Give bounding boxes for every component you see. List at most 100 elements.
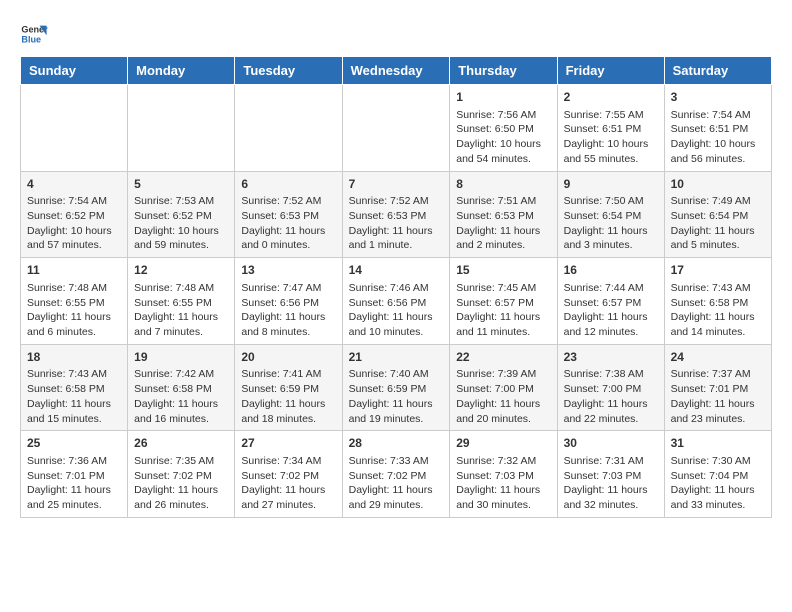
day-info: Sunrise: 7:55 AM — [564, 108, 658, 123]
day-info: Sunset: 7:01 PM — [671, 382, 765, 397]
day-info: Sunrise: 7:53 AM — [134, 194, 228, 209]
day-info: and 54 minutes. — [456, 152, 550, 167]
day-number: 2 — [564, 89, 658, 106]
day-info: and 22 minutes. — [564, 412, 658, 427]
day-info: Sunset: 6:56 PM — [241, 296, 335, 311]
day-info: Sunrise: 7:56 AM — [456, 108, 550, 123]
day-info: Daylight: 11 hours — [27, 310, 121, 325]
day-info: and 3 minutes. — [564, 238, 658, 253]
day-info: and 56 minutes. — [671, 152, 765, 167]
calendar-cell-week4-day5: 22Sunrise: 7:39 AMSunset: 7:00 PMDayligh… — [450, 344, 557, 431]
calendar-table: SundayMondayTuesdayWednesdayThursdayFrid… — [20, 56, 772, 518]
day-number: 1 — [456, 89, 550, 106]
day-info: Daylight: 11 hours — [27, 397, 121, 412]
day-number: 20 — [241, 349, 335, 366]
day-info: Sunset: 6:55 PM — [27, 296, 121, 311]
day-number: 4 — [27, 176, 121, 193]
calendar-cell-week3-day4: 14Sunrise: 7:46 AMSunset: 6:56 PMDayligh… — [342, 258, 450, 345]
day-info: Sunset: 6:51 PM — [564, 122, 658, 137]
day-info: and 20 minutes. — [456, 412, 550, 427]
calendar-cell-week3-day2: 12Sunrise: 7:48 AMSunset: 6:55 PMDayligh… — [128, 258, 235, 345]
calendar-cell-week5-day4: 28Sunrise: 7:33 AMSunset: 7:02 PMDayligh… — [342, 431, 450, 518]
day-number: 30 — [564, 435, 658, 452]
day-info: Sunrise: 7:31 AM — [564, 454, 658, 469]
day-number: 8 — [456, 176, 550, 193]
calendar-week-2: 4Sunrise: 7:54 AMSunset: 6:52 PMDaylight… — [21, 171, 772, 258]
day-info: Daylight: 11 hours — [241, 224, 335, 239]
weekday-header-friday: Friday — [557, 57, 664, 85]
day-info: Sunrise: 7:38 AM — [564, 367, 658, 382]
day-info: and 5 minutes. — [671, 238, 765, 253]
weekday-header-thursday: Thursday — [450, 57, 557, 85]
page-header: General Blue — [20, 20, 772, 48]
day-info: and 15 minutes. — [27, 412, 121, 427]
day-info: Sunset: 7:02 PM — [241, 469, 335, 484]
day-info: Sunrise: 7:44 AM — [564, 281, 658, 296]
day-info: Daylight: 11 hours — [671, 224, 765, 239]
day-info: Sunset: 6:52 PM — [27, 209, 121, 224]
day-number: 27 — [241, 435, 335, 452]
day-info: Sunrise: 7:45 AM — [456, 281, 550, 296]
day-info: and 12 minutes. — [564, 325, 658, 340]
day-number: 16 — [564, 262, 658, 279]
calendar-cell-week2-day6: 9Sunrise: 7:50 AMSunset: 6:54 PMDaylight… — [557, 171, 664, 258]
day-number: 28 — [349, 435, 444, 452]
day-info: Daylight: 11 hours — [349, 483, 444, 498]
day-info: Daylight: 11 hours — [349, 224, 444, 239]
day-number: 9 — [564, 176, 658, 193]
day-info: Sunset: 6:53 PM — [456, 209, 550, 224]
day-info: Daylight: 11 hours — [27, 483, 121, 498]
calendar-cell-week3-day5: 15 Sunrise: 7:45 AMSunset: 6:57 PMDayligh… — [450, 258, 557, 345]
calendar-cell-week2-day1: 4Sunrise: 7:54 AMSunset: 6:52 PMDaylight… — [21, 171, 128, 258]
weekday-header-sunday: Sunday — [21, 57, 128, 85]
day-info: Sunset: 6:59 PM — [241, 382, 335, 397]
day-info: Daylight: 11 hours — [456, 310, 550, 325]
day-info: and 23 minutes. — [671, 412, 765, 427]
day-info: and 59 minutes. — [134, 238, 228, 253]
calendar-cell-week3-day3: 13Sunrise: 7:47 AMSunset: 6:56 PMDayligh… — [235, 258, 342, 345]
day-number: 10 — [671, 176, 765, 193]
calendar-cell-week5-day7: 31Sunrise: 7:30 AMSunset: 7:04 PMDayligh… — [664, 431, 771, 518]
day-info: Sunset: 7:02 PM — [349, 469, 444, 484]
day-info: Sunrise: 7:52 AM — [349, 194, 444, 209]
day-number: 7 — [349, 176, 444, 193]
day-info: Sunset: 6:57 PM — [564, 296, 658, 311]
day-info: Sunset: 6:57 PM — [456, 296, 550, 311]
logo-icon: General Blue — [20, 20, 48, 48]
day-info: Sunset: 7:04 PM — [671, 469, 765, 484]
day-info: Sunrise: 7:49 AM — [671, 194, 765, 209]
day-number: 26 — [134, 435, 228, 452]
day-info: Sunrise: 7:30 AM — [671, 454, 765, 469]
day-number: 19 — [134, 349, 228, 366]
day-info: Daylight: 10 hours — [671, 137, 765, 152]
day-info: and 18 minutes. — [241, 412, 335, 427]
calendar-cell-week5-day2: 26Sunrise: 7:35 AMSunset: 7:02 PMDayligh… — [128, 431, 235, 518]
day-info: Sunrise: 7:54 AM — [671, 108, 765, 123]
day-number: 21 — [349, 349, 444, 366]
calendar-cell-week2-day4: 7Sunrise: 7:52 AMSunset: 6:53 PMDaylight… — [342, 171, 450, 258]
day-info: Daylight: 11 hours — [241, 483, 335, 498]
day-number: 3 — [671, 89, 765, 106]
day-info: Sunset: 6:53 PM — [241, 209, 335, 224]
day-info: and 0 minutes. — [241, 238, 335, 253]
day-info: Sunrise: 7:50 AM — [564, 194, 658, 209]
day-number: 15 — [456, 262, 550, 279]
svg-text:Blue: Blue — [21, 34, 41, 44]
day-info: and 26 minutes. — [134, 498, 228, 513]
day-info: Daylight: 11 hours — [671, 483, 765, 498]
day-info: Daylight: 11 hours — [456, 224, 550, 239]
day-number: 5 — [134, 176, 228, 193]
day-info: Sunrise: 7:48 AM — [27, 281, 121, 296]
day-number: 17 — [671, 262, 765, 279]
day-info: and 14 minutes. — [671, 325, 765, 340]
day-info: Sunset: 6:58 PM — [27, 382, 121, 397]
day-info: and 16 minutes. — [134, 412, 228, 427]
day-info: Daylight: 11 hours — [349, 310, 444, 325]
day-info: Daylight: 10 hours — [134, 224, 228, 239]
weekday-header-monday: Monday — [128, 57, 235, 85]
day-info: and 25 minutes. — [27, 498, 121, 513]
day-info: Sunrise: 7:36 AM — [27, 454, 121, 469]
day-info: Sunset: 6:59 PM — [349, 382, 444, 397]
day-info: Sunrise: 7:47 AM — [241, 281, 335, 296]
day-info: Sunset: 6:56 PM — [349, 296, 444, 311]
